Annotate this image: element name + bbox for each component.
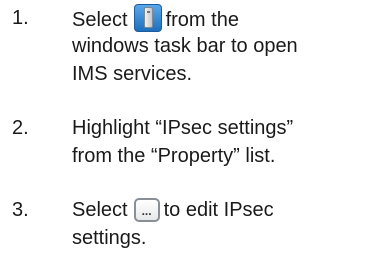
server-tower-icon: [143, 7, 153, 28]
step-text-after-icon: from the: [165, 9, 239, 31]
step-text-before-icon: Select: [72, 199, 128, 221]
step-number: 1.: [12, 7, 29, 29]
ellipsis-button-icon: ...: [133, 198, 160, 222]
step-line: from the “Property” list.: [72, 145, 276, 167]
step-text: Select from the windows task bar to open …: [72, 4, 372, 88]
step-text-before-icon: Select: [72, 9, 128, 31]
ellipsis-glyph: ...: [141, 204, 152, 218]
step-text-after-icon: to edit IPsec: [163, 199, 274, 221]
step-line: Select from the: [72, 4, 372, 32]
step-line: Highlight “IPsec settings”: [72, 117, 294, 139]
step-number: 3.: [12, 199, 29, 221]
instruction-steps: 1. Select from the windows task bar to op…: [0, 0, 376, 275]
step-number: 2.: [12, 117, 29, 139]
step-text: Select... to edit IPsec settings.: [72, 196, 372, 252]
step-line: IMS services.: [72, 63, 193, 85]
step-line: windows task bar to open: [72, 35, 298, 57]
step-line: settings.: [72, 227, 147, 249]
step-text: Highlight “IPsec settings” from the “Pro…: [72, 114, 372, 170]
ims-taskbar-icon: [133, 4, 162, 32]
step-line: Select... to edit IPsec: [72, 196, 372, 224]
